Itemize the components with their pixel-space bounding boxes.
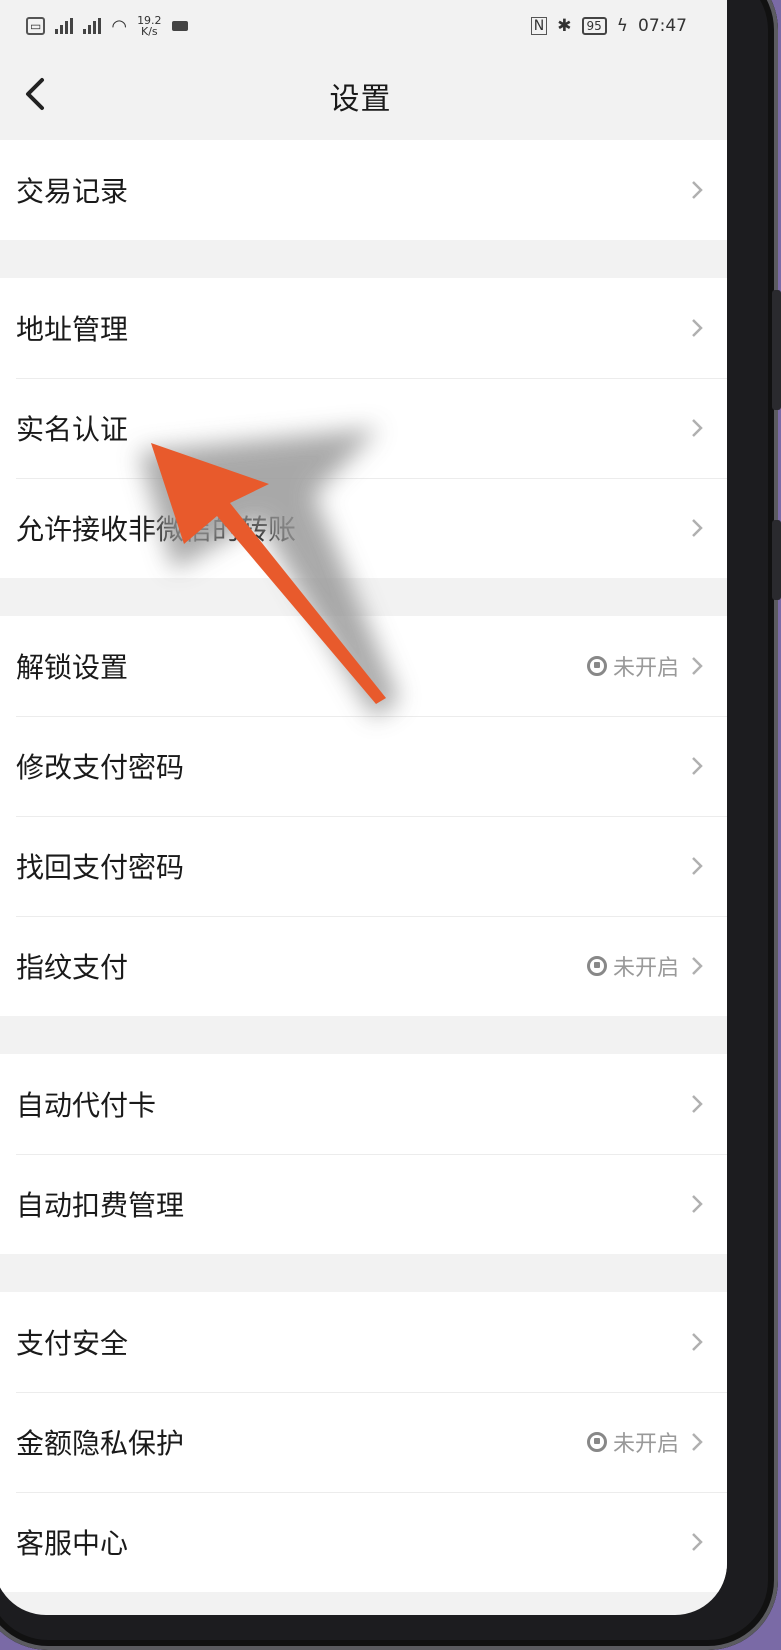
settings-row[interactable]: 实名认证 [0, 378, 727, 478]
status-indicator: 未开启 [586, 1426, 679, 1458]
settings-row[interactable]: 金额隐私保护 未开启 [0, 1392, 727, 1492]
settings-row-label: 允许接收非微信的转账 [16, 513, 297, 546]
settings-row-label: 交易记录 [16, 175, 129, 208]
chevron-right-icon [692, 181, 703, 199]
settings-row-label: 实名认证 [16, 413, 129, 446]
settings-row[interactable]: 客服中心 [0, 1492, 727, 1592]
settings-row-label: 指纹支付 [16, 951, 129, 984]
settings-row-label: 支付安全 [16, 1327, 129, 1360]
chevron-right-icon [692, 1095, 703, 1113]
settings-row-label: 自动扣费管理 [16, 1189, 185, 1222]
settings-row[interactable]: 自动扣费管理 [0, 1154, 727, 1254]
settings-row-label: 自动代付卡 [16, 1089, 157, 1122]
chevron-right-icon [692, 1333, 703, 1351]
clock: 07:47 [638, 16, 687, 36]
settings-row[interactable]: 自动代付卡 [0, 1054, 727, 1154]
settings-row-label: 金额隐私保护 [16, 1427, 185, 1460]
settings-row-label: 解锁设置 [16, 651, 129, 684]
settings-row-label: 客服中心 [16, 1527, 129, 1560]
group-gap [0, 578, 727, 616]
chevron-right-icon [692, 957, 703, 975]
sim-icon: ▭ [26, 17, 46, 35]
nav-bar: 设置 [0, 52, 727, 140]
battery-icon: 95 [581, 17, 607, 35]
settings-row[interactable]: 找回支付密码 [0, 816, 727, 916]
camera-icon [171, 21, 188, 31]
settings-row[interactable]: 解锁设置 未开启 [0, 616, 727, 716]
status-indicator: 未开启 [586, 650, 679, 682]
settings-row[interactable]: 支付安全 [0, 1292, 727, 1392]
group-gap [0, 1254, 727, 1292]
nfc-icon: N [530, 17, 548, 35]
wifi-icon: ◠ [111, 15, 128, 37]
signal-icon [83, 18, 102, 34]
settings-row[interactable]: 地址管理 [0, 278, 727, 378]
status-bar: ▭ ◠ 19.2 K/s N ✱ 95 ϟ 07:47 [0, 0, 727, 52]
screen: ▭ ◠ 19.2 K/s N ✱ 95 ϟ 07:47 设置 交易记录 地址管理… [0, 0, 727, 1615]
status-text: 未开启 [612, 656, 679, 681]
signal-icon [55, 18, 74, 34]
back-arrow-icon[interactable] [16, 72, 56, 116]
status-text: 未开启 [612, 956, 679, 981]
settings-row-label: 修改支付密码 [16, 751, 185, 784]
group-gap [0, 240, 727, 278]
settings-row[interactable]: 交易记录 [0, 140, 727, 240]
status-indicator: 未开启 [586, 950, 679, 982]
chevron-right-icon [692, 657, 703, 675]
chevron-right-icon [692, 419, 703, 437]
network-speed: 19.2 K/s [137, 14, 162, 38]
phone-frame: ▭ ◠ 19.2 K/s N ✱ 95 ϟ 07:47 设置 交易记录 地址管理… [0, 0, 781, 1650]
chevron-right-icon [692, 757, 703, 775]
chevron-right-icon [692, 519, 703, 537]
volume-button [772, 290, 781, 410]
bluetooth-icon: ✱ [557, 16, 572, 36]
chevron-right-icon [692, 319, 703, 337]
settings-row[interactable]: 修改支付密码 [0, 716, 727, 816]
settings-row[interactable]: 允许接收非微信的转账 [0, 478, 727, 578]
chevron-right-icon [692, 1533, 703, 1551]
chevron-right-icon [692, 857, 703, 875]
settings-row-label: 地址管理 [16, 313, 129, 346]
chevron-right-icon [692, 1195, 703, 1213]
page-title: 设置 [329, 82, 392, 117]
settings-row-label: 找回支付密码 [16, 851, 185, 884]
settings-list: 交易记录 地址管理 实名认证 允许接收非微信的转账 解锁设置 未开启 修改支付密码 找回支付密… [0, 140, 727, 1592]
charging-icon: ϟ [616, 16, 628, 36]
chevron-right-icon [692, 1433, 703, 1451]
lock-status-icon [586, 956, 607, 976]
lock-status-icon [586, 656, 607, 676]
group-gap [0, 1016, 727, 1054]
status-text: 未开启 [612, 1432, 679, 1457]
lock-status-icon [586, 1432, 607, 1452]
settings-row[interactable]: 指纹支付 未开启 [0, 916, 727, 1016]
power-button [772, 520, 781, 600]
